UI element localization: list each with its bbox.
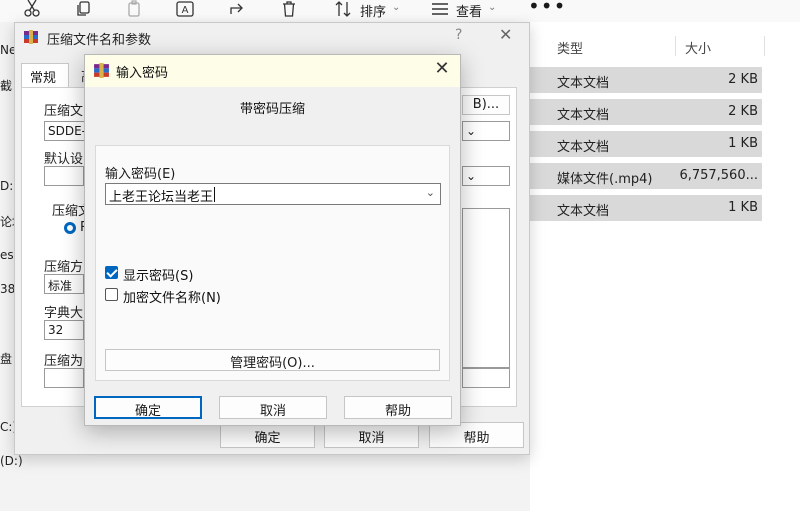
archive-name-label: 压缩文 <box>44 104 84 119</box>
encrypt-names-label: 加密文件名称(N) <box>123 291 221 306</box>
password-input[interactable]: 上老王论坛当老王 ⌄ <box>105 183 441 205</box>
rename-icon[interactable]: A <box>175 0 197 20</box>
winrar-logo-icon <box>23 29 39 45</box>
cancel-button[interactable]: 取消 <box>219 396 327 419</box>
method-select[interactable]: 标准 <box>44 274 84 294</box>
dict-size-select[interactable]: 32 <box>44 320 84 340</box>
column-divider[interactable] <box>764 36 765 56</box>
nav-pane: Net 截 D:) 论坛 es 38 盘 C:) (D:) <box>0 22 24 511</box>
file-row[interactable]: 文本文档 2 KB <box>530 99 762 125</box>
file-size: 1 KB <box>728 200 758 215</box>
file-row[interactable]: 文本文档 1 KB <box>530 131 762 157</box>
default-profile-label: 默认设 <box>44 152 84 167</box>
file-size: 1 KB <box>728 136 758 151</box>
profile-select[interactable] <box>44 166 84 186</box>
column-header-size[interactable]: 大小 <box>685 38 711 57</box>
split-size-dropdown[interactable] <box>462 368 510 388</box>
more-options-icon[interactable]: ••• <box>528 0 566 18</box>
nav-item[interactable]: 盘 <box>0 350 12 367</box>
explorer-toolbar: A 排序 ⌄ 查看 ⌄ ••• <box>0 0 800 22</box>
delete-icon[interactable] <box>279 0 301 20</box>
format-radio[interactable] <box>64 222 76 234</box>
column-header-type[interactable]: 类型 <box>557 38 583 57</box>
file-size: 2 KB <box>728 72 758 87</box>
ok-button[interactable]: 确定 <box>94 396 202 419</box>
nav-item[interactable]: (D:) <box>0 454 23 468</box>
password-dialog: 输入密码 ✕ 带密码压缩 输入密码(E) 上老王论坛当老王 ⌄ 显示密码(S) … <box>84 54 461 426</box>
column-divider[interactable] <box>675 36 676 56</box>
file-size: 2 KB <box>728 104 758 119</box>
chevron-down-icon: ⌄ <box>392 2 401 13</box>
view-icon[interactable] <box>430 0 452 20</box>
help-icon[interactable]: ? <box>455 27 462 43</box>
file-row[interactable]: 文本文档 1 KB <box>530 195 762 221</box>
password-value: 上老王论坛当老王 <box>109 190 214 205</box>
svg-text:A: A <box>182 5 189 16</box>
show-password-checkbox[interactable] <box>105 266 118 279</box>
cut-icon[interactable] <box>22 0 44 20</box>
sort-label[interactable]: 排序 <box>360 1 386 20</box>
winrar-logo-icon <box>93 62 110 79</box>
manage-passwords-button[interactable]: 管理密码(O)... <box>105 349 440 371</box>
file-type: 文本文档 <box>557 204 610 219</box>
file-row[interactable]: 媒体文件(.mp4) 6,757,560... <box>530 163 762 189</box>
close-icon[interactable]: ✕ <box>429 58 455 84</box>
close-icon[interactable]: ✕ <box>499 25 512 44</box>
encrypt-names-checkbox[interactable] <box>105 288 118 301</box>
file-type: 文本文档 <box>557 140 610 155</box>
password-label: 输入密码(E) <box>105 167 176 182</box>
nav-item[interactable]: 38 <box>0 282 15 296</box>
help-button[interactable]: 帮助 <box>344 396 452 419</box>
profile-dropdown[interactable]: ⌄ <box>462 166 510 186</box>
nav-item[interactable]: es <box>0 248 14 262</box>
archive-name-dropdown[interactable]: ⌄ <box>462 121 510 141</box>
dict-size-label: 字典大 <box>44 306 84 321</box>
view-label[interactable]: 查看 <box>456 1 482 20</box>
window-title: 压缩文件名和参数 <box>47 33 152 48</box>
file-size: 6,757,560... <box>679 168 758 183</box>
file-type: 文本文档 <box>557 108 610 123</box>
browse-button[interactable]: B)... <box>462 95 510 115</box>
text-caret <box>214 187 215 202</box>
copy-icon[interactable] <box>74 0 96 20</box>
sort-icon[interactable] <box>333 0 355 20</box>
dialog-heading: 带密码压缩 <box>239 102 305 117</box>
file-type: 文本文档 <box>557 76 610 91</box>
show-password-label: 显示密码(S) <box>123 269 194 284</box>
dialog-titlebar: 输入密码 ✕ <box>85 55 460 87</box>
chevron-down-icon: ⌄ <box>488 2 497 13</box>
chevron-down-icon[interactable]: ⌄ <box>426 186 435 199</box>
paste-icon[interactable] <box>124 0 146 20</box>
tab-general[interactable]: 常规 <box>21 63 69 87</box>
options-box <box>462 208 510 368</box>
dialog-title: 输入密码 <box>116 66 169 81</box>
method-label: 压缩方 <box>44 260 84 275</box>
share-icon[interactable] <box>228 0 250 20</box>
split-size-input[interactable] <box>44 368 84 388</box>
file-row[interactable]: 文本文档 2 KB <box>530 67 762 93</box>
nav-item[interactable]: 截 <box>0 77 12 94</box>
compress-to-label: 压缩为 <box>44 354 84 369</box>
file-list: 类型 大小 文本文档 2 KB 文本文档 2 KB 文本文档 1 KB 媒体文件… <box>530 22 800 511</box>
file-type: 媒体文件(.mp4) <box>557 172 653 187</box>
